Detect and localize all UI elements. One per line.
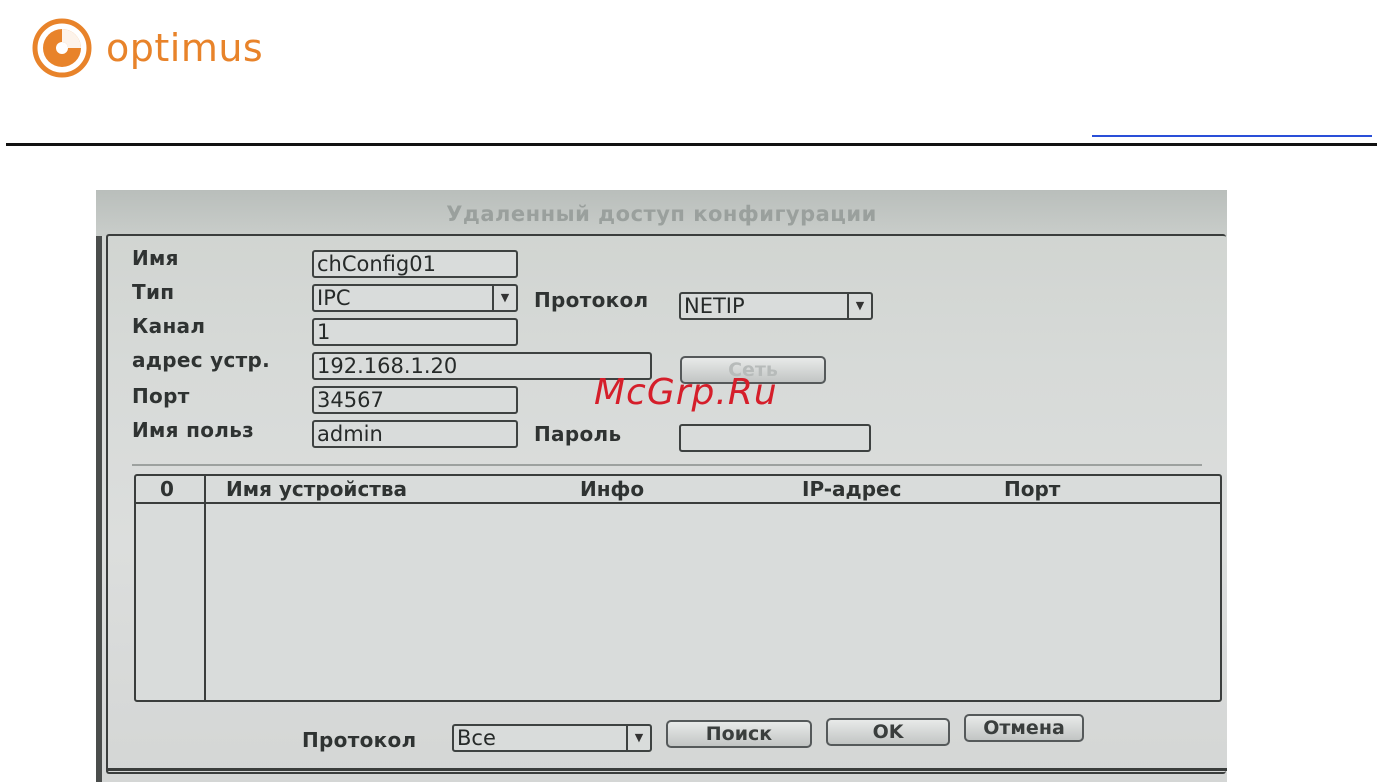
chevron-down-icon[interactable]: ▼ [626,726,650,750]
type-value: IPC [317,286,351,310]
port-field[interactable]: 34567 [312,386,518,414]
col-ip-address[interactable]: IP-адрес [802,477,901,501]
device-list[interactable]: 0 Имя устройства Инфо IP-адрес Порт [134,474,1222,702]
name-label: Имя [132,246,179,270]
header-divider [6,143,1377,146]
ok-button[interactable]: OK [826,718,950,746]
watermark: McGrp.Ru [594,372,778,413]
col-info[interactable]: Инфо [580,477,644,501]
port-label: Порт [132,384,190,408]
name-field[interactable]: chConfig01 [312,250,518,278]
dialog-frame-bottom [106,768,1227,771]
device-list-header: 0 Имя устройства Инфо IP-адрес Порт [136,476,1220,504]
section-divider [132,464,1202,466]
photo-edge [96,190,102,782]
optimus-logo-icon [32,18,92,78]
type-label: Тип [132,280,175,304]
footer-protocol-dropdown[interactable]: Все ▼ [452,724,652,752]
password-field[interactable] [679,424,871,452]
dvr-screen-photo: Удаленный доступ конфигурации Имя chConf… [96,190,1227,782]
type-dropdown[interactable]: IPC ▼ [312,284,518,312]
footer-protocol-label: Протокол [302,728,417,752]
protocol-dropdown[interactable]: NETIP ▼ [679,292,873,320]
col-device-name[interactable]: Имя устройства [226,477,407,501]
footer-protocol-value: Все [457,726,496,750]
chevron-down-icon[interactable]: ▼ [847,294,871,318]
protocol-value: NETIP [684,294,745,318]
username-label: Имя польз [132,418,255,442]
address-label: адрес устр. [132,348,271,372]
cancel-button[interactable]: Отмена [964,714,1084,742]
channel-label: Канал [132,314,206,338]
dialog-title: Удаленный доступ конфигурации [446,202,877,226]
brand-logo: optimus [32,18,263,78]
chevron-down-icon[interactable]: ▼ [492,286,516,310]
username-field[interactable]: admin [312,420,518,448]
channel-field[interactable]: 1 [312,318,518,346]
list-column-divider [204,476,206,700]
col-index[interactable]: 0 [160,477,174,501]
protocol-label: Протокол [534,288,649,312]
search-button[interactable]: Поиск [666,720,812,748]
header-link-underline[interactable] [1092,135,1372,137]
col-port[interactable]: Порт [1004,477,1060,501]
password-label: Пароль [534,422,622,446]
brand-name: optimus [106,26,264,70]
dialog-titlebar: Удаленный доступ конфигурации [96,190,1227,236]
